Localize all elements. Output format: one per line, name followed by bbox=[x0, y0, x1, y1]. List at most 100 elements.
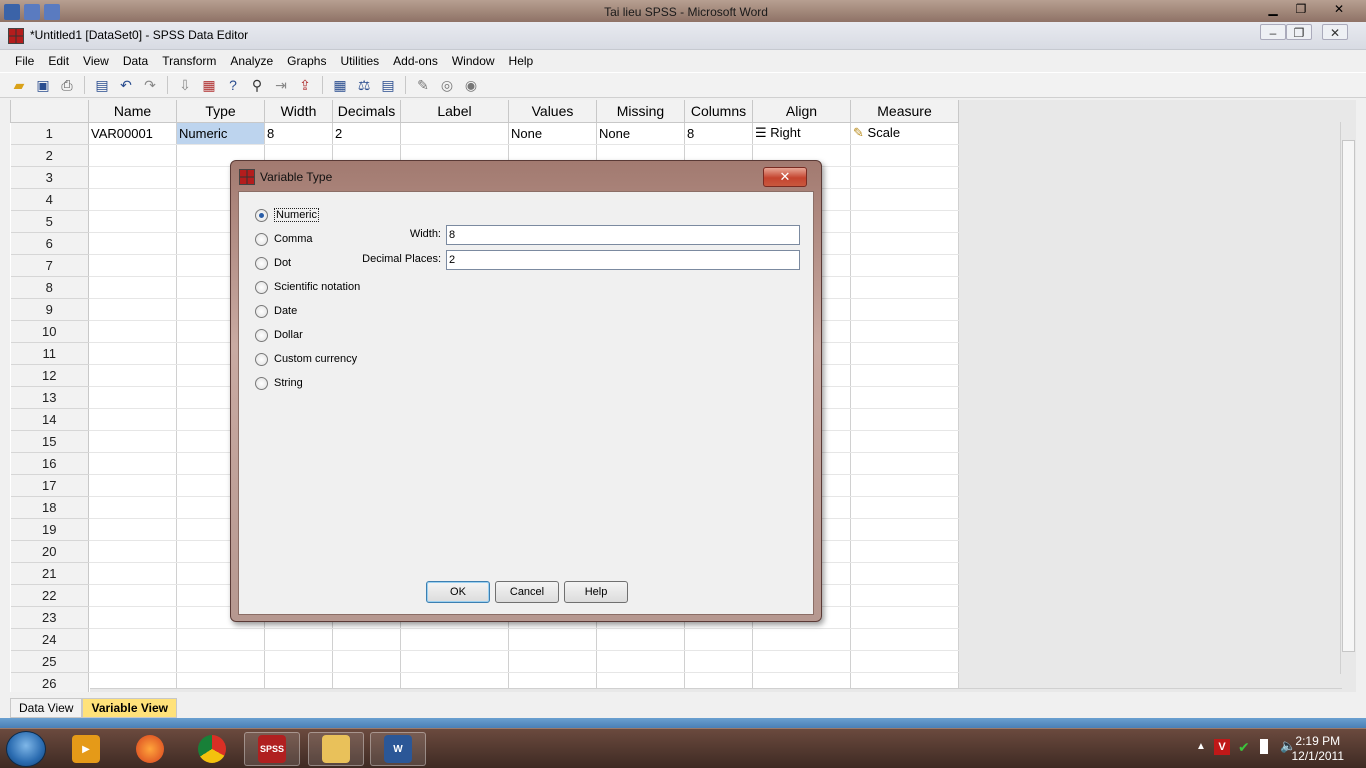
col-header-columns[interactable]: Columns bbox=[684, 100, 753, 123]
row-number[interactable]: 13 bbox=[10, 386, 89, 409]
word-close-button[interactable]: ✕ bbox=[1326, 0, 1352, 18]
network-check-icon[interactable]: ✔ bbox=[1238, 739, 1250, 756]
empty-cell[interactable] bbox=[88, 144, 177, 167]
empty-cell[interactable] bbox=[88, 474, 177, 497]
radio-custom-currency[interactable]: Custom currency bbox=[255, 350, 357, 368]
empty-cell[interactable] bbox=[850, 474, 959, 497]
empty-cell[interactable] bbox=[850, 584, 959, 607]
menu-graphs[interactable]: Graphs bbox=[280, 54, 333, 68]
empty-cell[interactable] bbox=[684, 650, 753, 673]
show-all-variables-icon[interactable]: ◉ bbox=[462, 76, 480, 94]
spss-minimize-button[interactable]: – bbox=[1260, 24, 1286, 40]
ok-button[interactable]: OK bbox=[426, 581, 490, 603]
cell-name[interactable]: VAR00001 bbox=[88, 122, 177, 145]
empty-cell[interactable] bbox=[850, 386, 959, 409]
empty-cell[interactable] bbox=[850, 430, 959, 453]
empty-cell[interactable] bbox=[88, 430, 177, 453]
empty-cell[interactable] bbox=[850, 144, 959, 167]
weight-cases-icon[interactable]: ⚖ bbox=[355, 76, 373, 94]
row-number[interactable]: 15 bbox=[10, 430, 89, 453]
goto-case-icon[interactable]: ⇩ bbox=[176, 76, 194, 94]
radio-button[interactable] bbox=[255, 256, 268, 270]
taskbar-word[interactable]: W bbox=[370, 732, 426, 766]
radio-scientific-notation[interactable]: Scientific notation bbox=[255, 278, 360, 296]
tab-data-view[interactable]: Data View bbox=[10, 698, 83, 718]
horizontal-scrollbar[interactable] bbox=[90, 688, 1342, 692]
cell-missing[interactable]: None bbox=[596, 122, 685, 145]
row-number[interactable]: 18 bbox=[10, 496, 89, 519]
col-header-measure[interactable]: Measure bbox=[850, 100, 959, 123]
spss-restore-button[interactable]: ❐ bbox=[1286, 24, 1312, 40]
row-number[interactable]: 5 bbox=[10, 210, 89, 233]
dialog-close-button[interactable]: ✕ bbox=[763, 167, 807, 187]
menu-add-ons[interactable]: Add-ons bbox=[386, 54, 445, 68]
cell-values[interactable]: None bbox=[508, 122, 597, 145]
find-icon[interactable]: ⚲ bbox=[248, 76, 266, 94]
menu-transform[interactable]: Transform bbox=[155, 54, 223, 68]
empty-cell[interactable] bbox=[400, 628, 509, 651]
radio-button[interactable] bbox=[255, 280, 268, 294]
start-button[interactable] bbox=[6, 731, 46, 767]
empty-cell[interactable] bbox=[88, 540, 177, 563]
row-number[interactable]: 6 bbox=[10, 232, 89, 255]
radio-button[interactable] bbox=[255, 328, 268, 342]
empty-cell[interactable] bbox=[850, 452, 959, 475]
cell-type[interactable]: Numeric bbox=[176, 122, 265, 145]
row-number[interactable]: 10 bbox=[10, 320, 89, 343]
radio-button[interactable] bbox=[255, 304, 268, 318]
row-number[interactable]: 7 bbox=[10, 254, 89, 277]
empty-cell[interactable] bbox=[508, 650, 597, 673]
empty-cell[interactable] bbox=[88, 188, 177, 211]
row-number[interactable]: 26 bbox=[10, 672, 89, 692]
radio-comma[interactable]: Comma bbox=[255, 230, 313, 248]
empty-cell[interactable] bbox=[332, 650, 401, 673]
cell-measure[interactable]: ✎ Scale bbox=[850, 122, 959, 145]
split-file-icon[interactable]: ▦ bbox=[331, 76, 349, 94]
clock[interactable]: 2:19 PM 12/1/2011 bbox=[1292, 734, 1345, 764]
row-number[interactable]: 14 bbox=[10, 408, 89, 431]
taskbar-chrome[interactable] bbox=[184, 732, 240, 766]
row-number[interactable]: 22 bbox=[10, 584, 89, 607]
radio-button-selected[interactable] bbox=[255, 208, 268, 222]
empty-cell[interactable] bbox=[88, 166, 177, 189]
radio-date[interactable]: Date bbox=[255, 302, 297, 320]
radio-dollar[interactable]: Dollar bbox=[255, 326, 303, 344]
col-header-label[interactable]: Label bbox=[400, 100, 509, 123]
empty-cell[interactable] bbox=[88, 452, 177, 475]
empty-cell[interactable] bbox=[176, 650, 265, 673]
open-folder-icon[interactable]: ▰ bbox=[10, 76, 28, 94]
empty-cell[interactable] bbox=[752, 628, 851, 651]
vertical-scrollbar[interactable] bbox=[1340, 122, 1356, 674]
col-header-align[interactable]: Align bbox=[752, 100, 851, 123]
empty-cell[interactable] bbox=[850, 650, 959, 673]
empty-cell[interactable] bbox=[88, 518, 177, 541]
taskbar-explorer[interactable] bbox=[308, 732, 364, 766]
empty-cell[interactable] bbox=[850, 628, 959, 651]
empty-cell[interactable] bbox=[850, 342, 959, 365]
empty-cell[interactable] bbox=[850, 232, 959, 255]
save-icon[interactable]: ▣ bbox=[34, 76, 52, 94]
menu-utilities[interactable]: Utilities bbox=[333, 54, 386, 68]
insert-variable-icon[interactable]: ⇪ bbox=[296, 76, 314, 94]
tab-variable-view[interactable]: Variable View bbox=[82, 698, 177, 718]
row-number[interactable]: 2 bbox=[10, 144, 89, 167]
empty-cell[interactable] bbox=[596, 628, 685, 651]
row-number[interactable]: 23 bbox=[10, 606, 89, 629]
empty-cell[interactable] bbox=[88, 628, 177, 651]
empty-cell[interactable] bbox=[596, 650, 685, 673]
menu-view[interactable]: View bbox=[76, 54, 116, 68]
insert-cases-icon[interactable]: ⇥ bbox=[272, 76, 290, 94]
print-icon[interactable]: ⎙ bbox=[58, 76, 76, 94]
empty-cell[interactable] bbox=[176, 628, 265, 651]
goto-variable-icon[interactable]: ▦ bbox=[200, 76, 218, 94]
empty-cell[interactable] bbox=[850, 210, 959, 233]
battery-icon[interactable] bbox=[1260, 739, 1268, 754]
col-header-missing[interactable]: Missing bbox=[596, 100, 685, 123]
row-number[interactable]: 17 bbox=[10, 474, 89, 497]
empty-cell[interactable] bbox=[88, 562, 177, 585]
cell-label[interactable] bbox=[400, 122, 509, 145]
empty-cell[interactable] bbox=[88, 320, 177, 343]
cancel-button[interactable]: Cancel bbox=[495, 581, 559, 603]
menu-data[interactable]: Data bbox=[116, 54, 155, 68]
row-number[interactable]: 20 bbox=[10, 540, 89, 563]
